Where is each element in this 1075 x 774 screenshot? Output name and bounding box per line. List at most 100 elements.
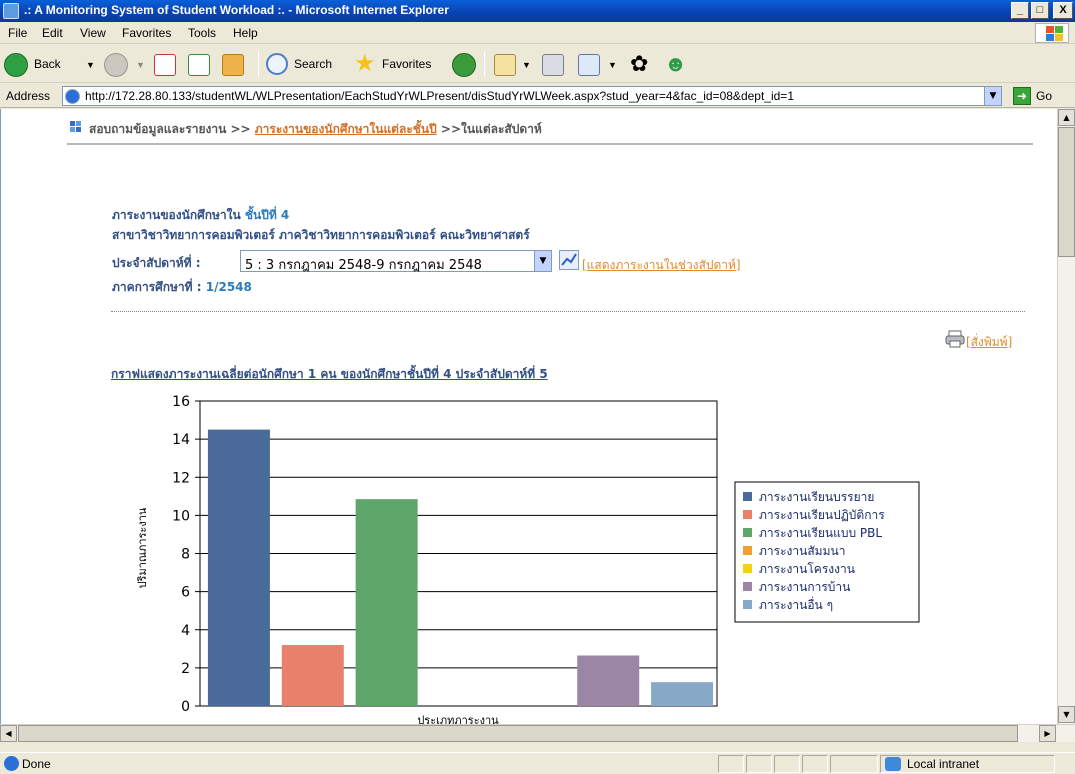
chevron-down-icon: ▼ <box>608 60 617 70</box>
breadcrumb-current: >>ในแต่ละสัปดาห์ <box>440 122 542 136</box>
legend-label: ภาระงานอื่น ๆ <box>759 596 833 612</box>
star-icon: ★ <box>354 50 376 77</box>
research-button[interactable]: ✿ <box>626 50 656 78</box>
graph-icon[interactable] <box>559 250 579 270</box>
scroll-left-icon[interactable]: ◀ <box>0 725 17 742</box>
divider <box>67 143 1033 145</box>
week-select[interactable]: 5 : 3 กรกฎาคม 2548-9 กรกฎาคม 2548 ▼ <box>240 250 552 273</box>
semester-label: ภาคการศึกษาที่ : <box>112 280 202 294</box>
scroll-up-icon[interactable]: ▲ <box>1058 109 1075 126</box>
window-title: .: A Monitoring System of Student Worklo… <box>24 3 449 17</box>
menu-bar: File Edit View Favorites Tools Help <box>0 22 1075 44</box>
scroll-down-icon[interactable]: ▼ <box>1058 706 1075 723</box>
status-bar: Done Local intranet <box>0 752 1075 774</box>
y-tick-label: 10 <box>172 508 190 524</box>
go-arrow-icon[interactable]: ➜ <box>1013 87 1031 105</box>
legend-label: ภาระงานการบ้าน <box>759 580 850 594</box>
page-icon <box>65 89 80 104</box>
chevron-down-icon: ▼ <box>86 60 95 70</box>
zone-label: Local intranet <box>907 757 980 771</box>
vertical-scrollbar[interactable]: ▲ ▼ <box>1057 109 1075 724</box>
windows-logo-icon <box>1035 23 1069 43</box>
printer-icon[interactable] <box>945 330 965 348</box>
status-cell <box>830 755 878 773</box>
menu-help[interactable]: Help <box>233 26 258 40</box>
legend-swatch <box>743 564 752 573</box>
address-input[interactable]: http://172.28.80.133/studentWL/WLPresent… <box>62 86 1002 106</box>
x-axis-label: ประเภทภาระงาน <box>417 714 499 724</box>
edit-button[interactable]: ▼ <box>574 50 622 78</box>
legend-label: ภาระงานเรียนบรรยาย <box>759 490 874 504</box>
hscroll-thumb[interactable] <box>18 725 1018 742</box>
workload-bar-chart: 0 2 4 6 8 10 12 14 16 ปริมาณภาระงานประเภทภาระงาน ภ… <box>136 394 920 724</box>
chevron-down-icon: ▼ <box>522 60 531 70</box>
y-tick-label: 12 <box>172 470 190 486</box>
legend-swatch <box>743 546 752 555</box>
y-tick-label: 2 <box>181 661 190 677</box>
bar <box>651 682 714 706</box>
back-button[interactable]: Back ▼ <box>2 50 98 78</box>
menu-view[interactable]: View <box>80 26 106 40</box>
scroll-thumb[interactable] <box>1058 127 1075 257</box>
forward-button[interactable]: ▼ <box>100 50 146 78</box>
stop-button[interactable] <box>150 50 180 78</box>
refresh-button[interactable] <box>184 50 214 78</box>
semester-line: ภาคการศึกษาที่ : 1/2548 <box>112 278 252 297</box>
home-button[interactable] <box>218 50 252 78</box>
status-text: Done <box>22 757 51 771</box>
horizontal-scrollbar[interactable]: ◀ ▶ <box>0 724 1075 742</box>
chevron-down-icon: ▼ <box>136 60 145 70</box>
y-tick-label: 16 <box>172 394 190 410</box>
y-tick-label: 8 <box>181 547 190 563</box>
status-cell <box>746 755 772 773</box>
bar <box>355 499 418 706</box>
bar <box>577 655 640 706</box>
breadcrumb-link[interactable]: ภาระงานของนักศึกษาในแต่ละชั้นปี <box>255 122 437 136</box>
messenger-icon: ☻ <box>664 51 688 76</box>
messenger-button[interactable]: ☻ <box>660 50 694 78</box>
menu-edit[interactable]: Edit <box>42 26 63 40</box>
legend-swatch <box>743 582 752 591</box>
toolbar: Back ▼ ▼ Search ★ Favorites ▼ ▼ ✿ ☻ <box>0 45 1075 83</box>
favorites-button[interactable]: ★ Favorites <box>352 50 446 78</box>
history-icon <box>452 53 476 77</box>
title-bar: .: A Monitoring System of Student Worklo… <box>0 0 1075 22</box>
menu-file[interactable]: File <box>8 26 27 40</box>
ie-app-icon[interactable] <box>3 3 19 19</box>
printer-icon <box>542 54 564 76</box>
status-cell <box>774 755 800 773</box>
scroll-right-icon[interactable]: ▶ <box>1039 725 1056 742</box>
menu-tools[interactable]: Tools <box>188 26 216 40</box>
history-button[interactable] <box>448 50 478 78</box>
edit-page-icon <box>578 54 600 76</box>
toolbar-separator <box>484 51 485 77</box>
address-dropdown-button[interactable]: ▼ <box>984 87 1001 105</box>
mail-button[interactable]: ▼ <box>490 50 534 78</box>
week-range-link[interactable]: [แสดงภาระงานในช่วงสัปดาห์] <box>582 256 741 275</box>
forward-arrow-icon <box>104 53 128 77</box>
security-zone: Local intranet <box>880 755 1055 773</box>
chevron-down-icon[interactable]: ▼ <box>534 251 551 271</box>
bar <box>281 645 344 706</box>
breadcrumb-root: สอบถามข้อมูลและรายงาน >> <box>89 122 251 136</box>
go-button[interactable]: Go <box>1036 89 1052 103</box>
menu-favorites[interactable]: Favorites <box>122 26 171 40</box>
legend-label: ภาระงานโครงงาน <box>759 562 855 576</box>
minimize-button[interactable]: _ <box>1011 2 1029 19</box>
maximize-button[interactable]: □ <box>1031 2 1049 19</box>
print-link[interactable]: [สั่งพิมพ์] <box>966 333 1012 352</box>
intranet-icon <box>885 757 901 771</box>
status-cell <box>802 755 828 773</box>
breadcrumb: สอบถามข้อมูลและรายงาน >> ภาระงานของนักศึ… <box>89 120 542 139</box>
print-button[interactable] <box>538 50 572 78</box>
bar <box>207 429 270 706</box>
address-url[interactable]: http://172.28.80.133/studentWL/WLPresent… <box>85 89 955 103</box>
address-bar: Address http://172.28.80.133/studentWL/W… <box>0 84 1075 108</box>
page-done-icon <box>4 756 19 771</box>
y-tick-label: 0 <box>181 699 190 715</box>
legend-label: ภาระงานเรียนแบบ PBL <box>759 526 882 540</box>
close-button[interactable]: X <box>1053 2 1073 19</box>
semester-value: 1/2548 <box>205 280 252 294</box>
stop-icon <box>154 54 176 76</box>
search-button[interactable]: Search <box>264 50 348 78</box>
